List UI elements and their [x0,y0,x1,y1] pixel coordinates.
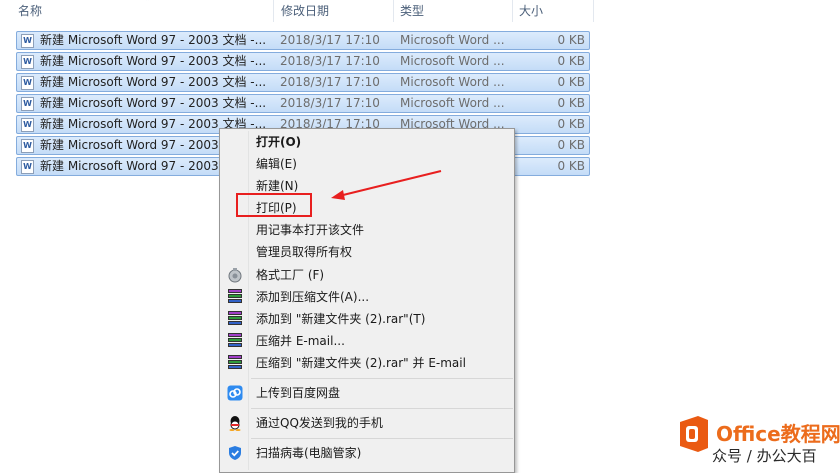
file-size: 0 KB [557,75,585,89]
file-row[interactable]: W 新建 Microsoft Word 97 - 2003 文档 -... 20… [16,31,590,50]
file-modified: 2018/3/17 17:10 [280,75,380,89]
annotation-arrow-icon [331,170,442,200]
winrar-icon [227,311,243,327]
file-modified: 2018/3/17 17:10 [280,96,380,110]
menu-item-label: 压缩到 "新建文件夹 (2).rar" 并 E-mail [256,356,466,370]
menu-item-compress-named-email[interactable]: 压缩到 "新建文件夹 (2).rar" 并 E-mail [222,352,512,374]
column-divider[interactable] [273,0,274,22]
menu-item-label: 压缩并 E-mail... [256,334,345,348]
file-type: Microsoft Word ... [400,54,505,68]
file-row[interactable]: W 新建 Microsoft Word 97 - 2003 文档 -... 20… [16,94,590,113]
tencent-shield-icon [227,445,243,461]
file-name: 新建 Microsoft Word 97 - 2003 文档 -... [40,96,267,110]
menu-item-upload-baidu[interactable]: 上传到百度网盘 [222,382,512,404]
baidu-netdisk-icon [227,385,243,401]
file-size: 0 KB [557,33,585,47]
menu-item-label: 上传到百度网盘 [256,386,341,400]
file-name: 新建 Microsoft Word 97 - 2003 [40,138,219,152]
menu-item-label: 通过QQ发送到我的手机 [256,416,383,430]
sort-caret-icon: ⌃ [144,0,151,6]
format-factory-icon [227,267,243,283]
file-size: 0 KB [557,159,585,173]
watermark: Office教程网 众号 / 办公大百 [674,412,840,467]
menu-item-label: 添加到压缩文件(A)... [256,290,370,304]
menu-item-compress-email[interactable]: 压缩并 E-mail... [222,330,512,352]
file-size: 0 KB [557,117,585,131]
menu-item-open[interactable]: 打开(O) [222,131,512,153]
column-type[interactable]: 类型 [394,0,512,22]
word-doc-icon: W [21,76,34,90]
menu-item-label: 格式工厂 (F) [256,268,325,282]
menu-separator [251,378,513,379]
watermark-subtitle: 众号 / 办公大百 [712,447,817,465]
menu-item-label: 管理员取得所有权 [256,245,353,259]
office-logo-icon [680,416,708,452]
menu-item-add-named-archive[interactable]: 添加到 "新建文件夹 (2).rar"(T) [222,308,512,330]
word-doc-icon: W [21,34,34,48]
word-doc-icon: W [21,97,34,111]
menu-item-scan-virus[interactable]: 扫描病毒(电脑管家) [222,442,512,464]
file-name: 新建 Microsoft Word 97 - 2003 [40,159,219,173]
file-type: Microsoft Word ... [400,33,505,47]
file-size: 0 KB [557,96,585,110]
file-type: Microsoft Word ... [400,75,505,89]
menu-item-open-notepad[interactable]: 用记事本打开该文件 [222,219,512,241]
qq-penguin-icon [227,415,243,431]
winrar-icon [227,333,243,349]
column-header: 名称 ⌃ 修改日期 类型 大小 [0,0,840,22]
menu-item-label: 添加到 "新建文件夹 (2).rar"(T) [256,312,426,326]
winrar-icon [227,289,243,305]
word-doc-icon: W [21,55,34,69]
menu-item-label: 扫描病毒(电脑管家) [256,446,362,460]
annotation-highlight-box [236,193,312,217]
column-size[interactable]: 大小 [513,0,593,22]
file-modified: 2018/3/17 17:10 [280,33,380,47]
file-name: 新建 Microsoft Word 97 - 2003 文档 -... [40,54,267,68]
menu-separator [251,408,513,409]
word-doc-icon: W [21,139,34,153]
menu-item-add-archive[interactable]: 添加到压缩文件(A)... [222,286,512,308]
file-size: 0 KB [557,54,585,68]
file-type: Microsoft Word ... [400,96,505,110]
word-doc-icon: W [21,118,34,132]
file-name: 新建 Microsoft Word 97 - 2003 文档 -... [40,33,267,47]
column-modified[interactable]: 修改日期 [275,0,393,22]
menu-item-admin-ownership[interactable]: 管理员取得所有权 [222,241,512,263]
file-modified: 2018/3/17 17:10 [280,54,380,68]
menu-separator [251,438,513,439]
file-row[interactable]: W 新建 Microsoft Word 97 - 2003 文档 -... 20… [16,73,590,92]
watermark-title: Office教程网 [716,422,840,446]
menu-item-label: 用记事本打开该文件 [256,223,365,237]
menu-item-label: 打开(O) [256,135,302,149]
menu-item-label: 编辑(E) [256,157,297,171]
winrar-icon [227,355,243,371]
column-divider[interactable] [593,0,594,22]
word-doc-icon: W [21,160,34,174]
menu-item-send-qq[interactable]: 通过QQ发送到我的手机 [222,412,512,434]
file-row[interactable]: W 新建 Microsoft Word 97 - 2003 文档 -... 20… [16,52,590,71]
column-name[interactable]: 名称 [12,0,272,22]
menu-item-format-factory[interactable]: 格式工厂 (F) [222,264,512,286]
file-size: 0 KB [557,138,585,152]
file-name: 新建 Microsoft Word 97 - 2003 文档 -... [40,75,267,89]
